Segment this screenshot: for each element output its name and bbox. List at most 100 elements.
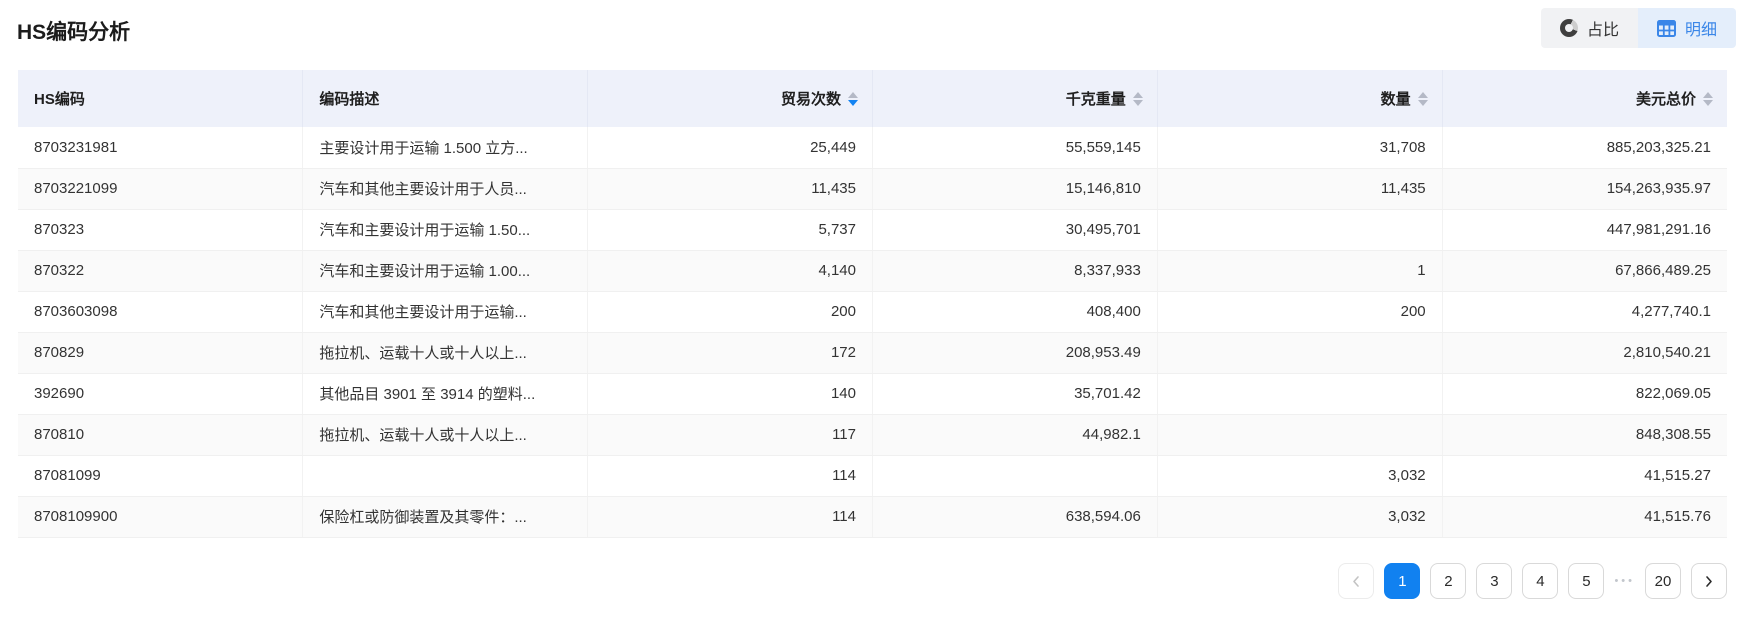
pagination: 12345 ••• 20 bbox=[1338, 563, 1727, 599]
table-header: HS编码 编码描述 贸易次数 千克重量 数量 美元总价 bbox=[18, 70, 1727, 127]
table-cell: 8703221099 bbox=[18, 168, 303, 209]
table-cell: 11,435 bbox=[1157, 168, 1442, 209]
table-cell: 885,203,325.21 bbox=[1442, 127, 1727, 168]
table-cell: 8703603098 bbox=[18, 291, 303, 332]
table-cell: 汽车和主要设计用于运输 1.50... bbox=[303, 209, 588, 250]
table-cell: 5,737 bbox=[588, 209, 873, 250]
table-cell: 8708109900 bbox=[18, 496, 303, 537]
toggle-proportion-label: 占比 bbox=[1587, 16, 1619, 40]
table-cell: 870323 bbox=[18, 209, 303, 250]
pagination-page-2[interactable]: 2 bbox=[1430, 563, 1466, 599]
toggle-detail-view[interactable]: 明细 bbox=[1638, 8, 1736, 48]
table-cell: 447,981,291.16 bbox=[1442, 209, 1727, 250]
table-cell: 拖拉机、运载十人或十人以上... bbox=[303, 414, 588, 455]
table-cell: 87081099 bbox=[18, 455, 303, 496]
table-cell: 114 bbox=[588, 455, 873, 496]
table-cell: 其他品目 3901 至 3914 的塑料... bbox=[303, 373, 588, 414]
pagination-ellipsis[interactable]: ••• bbox=[1614, 563, 1635, 599]
table-cell bbox=[1157, 332, 1442, 373]
column-header-3[interactable]: 千克重量 bbox=[872, 70, 1157, 127]
table-cell: 汽车和主要设计用于运输 1.00... bbox=[303, 250, 588, 291]
pagination-page-4[interactable]: 4 bbox=[1522, 563, 1558, 599]
table-cell: 870322 bbox=[18, 250, 303, 291]
table-cell: 208,953.49 bbox=[872, 332, 1157, 373]
table-cell: 拖拉机、运载十人或十人以上... bbox=[303, 332, 588, 373]
table-grid-icon bbox=[1657, 20, 1676, 37]
table-cell: 41,515.27 bbox=[1442, 455, 1727, 496]
table-row: 870810991143,03241,515.27 bbox=[18, 455, 1727, 496]
table-row: 8703231981主要设计用于运输 1.500 立方...25,44955,5… bbox=[18, 127, 1727, 168]
table-cell: 1 bbox=[1157, 250, 1442, 291]
column-header-5[interactable]: 美元总价 bbox=[1442, 70, 1727, 127]
table-row: 870322汽车和主要设计用于运输 1.00...4,1408,337,9331… bbox=[18, 250, 1727, 291]
column-label: 编码描述 bbox=[319, 88, 379, 109]
table-cell: 30,495,701 bbox=[872, 209, 1157, 250]
column-label: 千克重量 bbox=[1066, 88, 1126, 109]
column-header-2[interactable]: 贸易次数 bbox=[588, 70, 873, 127]
column-label: 贸易次数 bbox=[781, 88, 841, 109]
column-header-1: 编码描述 bbox=[303, 70, 588, 127]
table-cell: 8703231981 bbox=[18, 127, 303, 168]
table-cell: 870829 bbox=[18, 332, 303, 373]
table-cell: 200 bbox=[1157, 291, 1442, 332]
table-row: 870810拖拉机、运载十人或十人以上...11744,982.1 848,308… bbox=[18, 414, 1727, 455]
table-cell: 25,449 bbox=[588, 127, 873, 168]
table-cell bbox=[1157, 414, 1442, 455]
pagination-page-last[interactable]: 20 bbox=[1645, 563, 1681, 599]
table-row: 392690其他品目 3901 至 3914 的塑料...14035,701.4… bbox=[18, 373, 1727, 414]
table-cell: 172 bbox=[588, 332, 873, 373]
table-row: 8703603098汽车和其他主要设计用于运输...200408,4002004… bbox=[18, 291, 1727, 332]
pagination-page-5[interactable]: 5 bbox=[1568, 563, 1604, 599]
table-cell: 35,701.42 bbox=[872, 373, 1157, 414]
table-cell bbox=[303, 455, 588, 496]
toggle-proportion-view[interactable]: 占比 bbox=[1541, 8, 1638, 48]
table-cell: 4,140 bbox=[588, 250, 873, 291]
table-cell: 154,263,935.97 bbox=[1442, 168, 1727, 209]
table-row: 870323汽车和主要设计用于运输 1.50...5,73730,495,701… bbox=[18, 209, 1727, 250]
pagination-prev-button[interactable] bbox=[1338, 563, 1374, 599]
table-cell: 67,866,489.25 bbox=[1442, 250, 1727, 291]
topbar: HS编码分析 占比 明细 bbox=[0, 0, 1745, 58]
table-cell: 主要设计用于运输 1.500 立方... bbox=[303, 127, 588, 168]
column-header-4[interactable]: 数量 bbox=[1157, 70, 1442, 127]
table-cell: 870810 bbox=[18, 414, 303, 455]
table-cell: 117 bbox=[588, 414, 873, 455]
sort-carets-icon[interactable] bbox=[1133, 92, 1143, 106]
column-label: 美元总价 bbox=[1636, 88, 1696, 109]
table-cell: 41,515.76 bbox=[1442, 496, 1727, 537]
table-cell bbox=[1157, 209, 1442, 250]
table-cell bbox=[872, 455, 1157, 496]
table-cell: 392690 bbox=[18, 373, 303, 414]
table-row: 8708109900保险杠或防御装置及其零件：...114638,594.063… bbox=[18, 496, 1727, 537]
table-cell: 200 bbox=[588, 291, 873, 332]
table-cell: 55,559,145 bbox=[872, 127, 1157, 168]
hs-code-table: HS编码 编码描述 贸易次数 千克重量 数量 美元总价 8703231981主要设计用于运… bbox=[18, 70, 1727, 538]
table-cell: 44,982.1 bbox=[872, 414, 1157, 455]
table-cell bbox=[1157, 373, 1442, 414]
table-cell: 汽车和其他主要设计用于运输... bbox=[303, 291, 588, 332]
view-toggle: 占比 明细 bbox=[1541, 8, 1736, 48]
chevron-right-icon bbox=[1702, 574, 1716, 589]
table-cell: 汽车和其他主要设计用于人员... bbox=[303, 168, 588, 209]
table-cell: 31,708 bbox=[1157, 127, 1442, 168]
table-cell: 15,146,810 bbox=[872, 168, 1157, 209]
table-cell: 408,400 bbox=[872, 291, 1157, 332]
pagination-page-3[interactable]: 3 bbox=[1476, 563, 1512, 599]
sort-carets-icon[interactable] bbox=[848, 92, 858, 106]
pagination-next-button[interactable] bbox=[1691, 563, 1727, 599]
page-title: HS编码分析 bbox=[17, 16, 130, 46]
column-label: 数量 bbox=[1381, 88, 1411, 109]
table-cell: 3,032 bbox=[1157, 496, 1442, 537]
sort-carets-icon[interactable] bbox=[1703, 92, 1713, 106]
table-cell: 4,277,740.1 bbox=[1442, 291, 1727, 332]
column-label: HS编码 bbox=[34, 88, 85, 109]
table-cell: 保险杠或防御装置及其零件：... bbox=[303, 496, 588, 537]
sort-carets-icon[interactable] bbox=[1418, 92, 1428, 106]
table-cell: 848,308.55 bbox=[1442, 414, 1727, 455]
table-cell: 2,810,540.21 bbox=[1442, 332, 1727, 373]
toggle-detail-label: 明细 bbox=[1685, 16, 1717, 40]
column-header-0: HS编码 bbox=[18, 70, 303, 127]
pagination-page-1[interactable]: 1 bbox=[1384, 563, 1420, 599]
table-row: 8703221099汽车和其他主要设计用于人员...11,43515,146,8… bbox=[18, 168, 1727, 209]
table-cell: 11,435 bbox=[588, 168, 873, 209]
